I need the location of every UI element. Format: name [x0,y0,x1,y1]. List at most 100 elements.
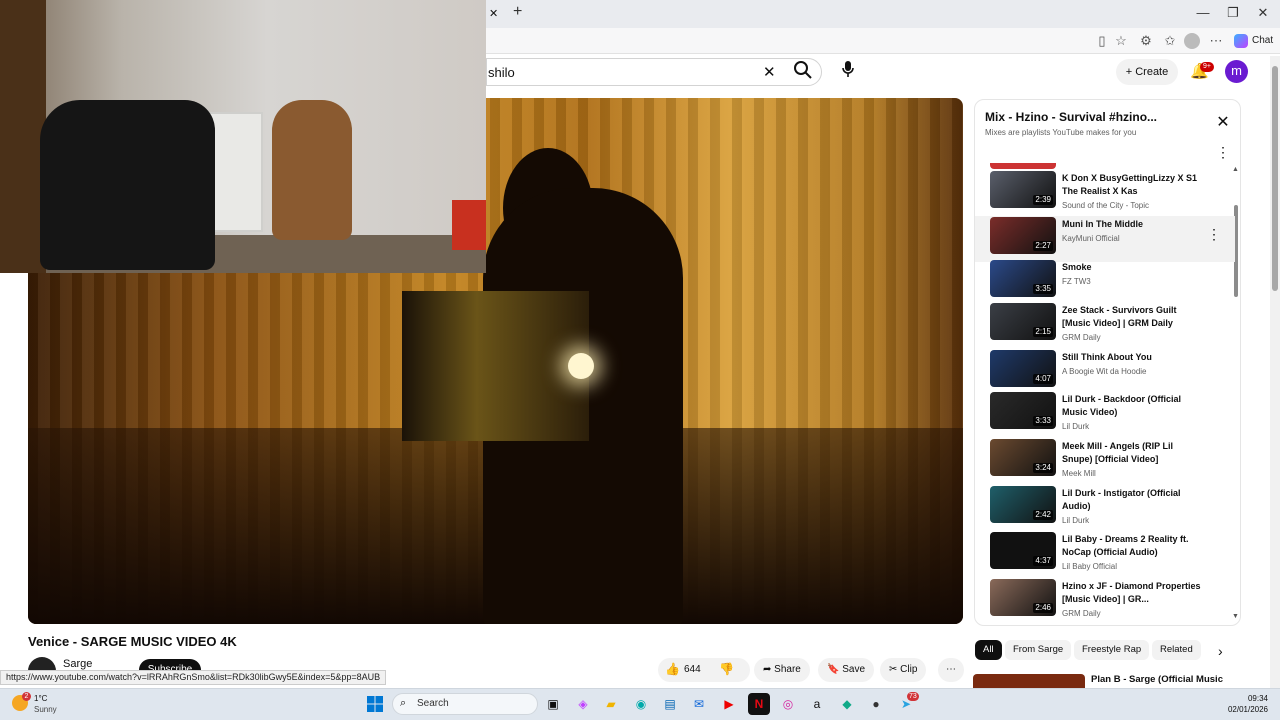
page-scrollbar[interactable] [1270,56,1280,688]
playlist-item[interactable]: 2:15 Zee Stack - Survivors Guilt [Music V… [975,302,1235,348]
playlist-item-channel[interactable]: KayMuni Official [1062,234,1120,243]
like-count[interactable]: 644 [684,664,701,675]
netflix-icon[interactable]: N [748,693,770,715]
playlist-item[interactable]: 4:37 Lil Baby - Dreams 2 Reality ft. NoCa… [975,531,1235,577]
clock-time[interactable]: 09:34 [1222,694,1268,703]
new-tab-button[interactable]: + [513,3,522,21]
file-explorer-icon[interactable]: ▰ [600,693,622,715]
item-menu-icon[interactable]: ⋮ [1207,226,1221,243]
more-actions-button[interactable]: ⋯ [938,658,964,682]
thumbs-down-icon[interactable]: 👎 [719,662,734,676]
chip-related[interactable]: Related [1152,640,1201,660]
playlist-item-title[interactable]: Smoke [1062,261,1202,274]
recommended-thumbnail[interactable] [973,674,1085,688]
amazon-icon[interactable]: a [806,693,828,715]
store-icon[interactable]: ▤ [659,693,681,715]
playlist-item[interactable]: 3:33 Lil Durk - Backdoor (Official Music … [975,391,1235,437]
obs-icon[interactable]: ● [865,693,887,715]
chevron-right-icon[interactable]: › [1218,643,1223,659]
app-icon[interactable]: ◆ [836,693,858,715]
create-button[interactable]: + Create [1116,59,1178,85]
thumbs-up-icon[interactable]: 👍 [665,662,680,676]
playlist-item[interactable]: 2:46 Hzino x JF - Diamond Properties [Mus… [975,578,1235,624]
playlist-item[interactable]: 2:42 Lil Durk - Instigator (Official Audi… [975,485,1235,531]
chip-all[interactable]: All [975,640,1002,660]
playlist-thumbnail[interactable]: 4:07 [990,350,1056,387]
favorite-star-icon[interactable]: ☆ [1113,33,1129,49]
share-button[interactable]: ➦ Share [754,658,810,682]
copilot-app-icon[interactable]: ◈ [572,693,594,715]
playlist-thumbnail[interactable]: 3:24 [990,439,1056,476]
outlook-icon[interactable]: ✉ [688,693,710,715]
chip-freestyle-rap[interactable]: Freestyle Rap [1074,640,1150,660]
playlist-item-channel[interactable]: A Boogie Wit da Hoodie [1062,367,1147,376]
webcam-chair [40,100,215,270]
playlist-thumbnail[interactable]: 2:42 [990,486,1056,523]
playlist-item[interactable]: 3:35 Smoke FZ TW3 [975,259,1235,305]
favorites-icon[interactable]: ✩ [1162,33,1178,49]
playlist-item-title[interactable]: Lil Durk - Backdoor (Official Music Vide… [1062,393,1202,419]
playlist-item[interactable]: 3:24 Meek Mill - Angels (RIP Lil Snupe) [… [975,438,1235,484]
youtube-app-icon[interactable]: ▶ [718,693,740,715]
playlist-item-title[interactable]: Muni In The Middle [1062,218,1202,231]
clear-search-icon[interactable]: ✕ [763,63,776,81]
clip-button[interactable]: ✂ Clip [880,658,927,682]
playlist-thumbnail[interactable]: 3:35 [990,260,1056,297]
playlist-item-channel[interactable]: GRM Daily [1062,609,1101,618]
more-menu-icon[interactable]: ⋯ [1208,33,1224,49]
playlist-item[interactable]: 2:39 K Don X BusyGettingLizzy X S1 The Re… [975,170,1235,216]
chip-from-sarge[interactable]: From Sarge [1005,640,1072,660]
profile-icon[interactable] [1184,33,1200,49]
page-scrollbar-thumb[interactable] [1272,66,1278,291]
playlist-item-title[interactable]: K Don X BusyGettingLizzy X S1 The Realis… [1062,172,1202,198]
playlist-thumbnail[interactable]: 4:37 [990,532,1056,569]
taskbar-search[interactable]: Search [392,693,538,715]
instagram-icon[interactable]: ◎ [777,693,799,715]
save-button[interactable]: 🔖 Save [818,658,875,682]
mic-icon[interactable] [836,60,860,84]
playlist-title[interactable]: Mix - Hzino - Survival #hzino... [985,110,1157,124]
playlist-item-channel[interactable]: Lil Durk [1062,422,1089,431]
playlist-item-title[interactable]: Zee Stack - Survivors Guilt [Music Video… [1062,304,1202,330]
task-view-icon[interactable]: ▣ [542,693,564,715]
window-close-button[interactable]: ✕ [1252,4,1274,22]
playlist-item-title[interactable]: Hzino x JF - Diamond Properties [Music V… [1062,580,1202,606]
playlist-item-title[interactable]: Still Think About You [1062,351,1202,364]
search-input[interactable]: shilo [488,65,515,80]
playlist-item-channel[interactable]: Lil Durk [1062,516,1089,525]
playlist-item-channel[interactable]: Sound of the City - Topic [1062,201,1149,210]
start-windows-icon[interactable] [364,693,386,715]
search-icon[interactable] [793,60,817,84]
weather-desc[interactable]: Sunny [34,705,57,714]
account-avatar[interactable]: m [1225,60,1248,83]
playlist-thumbnail[interactable]: 2:15 [990,303,1056,340]
weather-temp[interactable]: 1°C [34,694,47,703]
duration-badge: 3:24 [1033,463,1053,473]
playlist-menu-icon[interactable]: ⋮ [1216,144,1230,160]
clock-date[interactable]: 02/01/2026 [1222,705,1268,714]
playlist-item-title[interactable]: Lil Durk - Instigator (Official Audio) [1062,487,1202,513]
reader-icon[interactable]: ▯ [1094,33,1110,49]
chat-label[interactable]: Chat [1252,35,1273,46]
playlist-thumbnail[interactable]: 2:46 [990,579,1056,616]
extensions-icon[interactable]: ⚙ [1138,33,1154,49]
playlist-item[interactable]: 2:27 Muni In The Middle KayMuni Official ⋮ [975,216,1235,262]
playlist-thumbnail[interactable]: 3:33 [990,392,1056,429]
edge-icon[interactable]: ◉ [630,693,652,715]
recommended-title[interactable]: Plan B - Sarge (Official Music [1091,674,1223,685]
playlist-item-channel[interactable]: FZ TW3 [1062,277,1091,286]
playlist-item-title[interactable]: Lil Baby - Dreams 2 Reality ft. NoCap (O… [1062,533,1202,559]
playlist-item[interactable]: 4:07 Still Think About You A Boogie Wit da… [975,349,1235,395]
playlist-thumbnail[interactable]: 2:39 [990,171,1056,208]
restore-button[interactable]: ❐ [1222,4,1244,22]
minimize-button[interactable]: — [1192,4,1214,22]
copilot-icon[interactable] [1234,34,1248,48]
tab-close-icon[interactable]: ✕ [489,7,498,20]
playlist-item-channel[interactable]: GRM Daily [1062,333,1101,342]
playlist-item-channel[interactable]: Meek Mill [1062,469,1096,478]
channel-name[interactable]: Sarge [63,658,92,670]
playlist-item-title[interactable]: Meek Mill - Angels (RIP Lil Snupe) [Offi… [1062,440,1202,466]
playlist-item-channel[interactable]: Lil Baby Official [1062,562,1117,571]
playlist-thumbnail[interactable]: 2:27 [990,217,1056,254]
playlist-close-icon[interactable]: ✕ [1214,114,1232,132]
